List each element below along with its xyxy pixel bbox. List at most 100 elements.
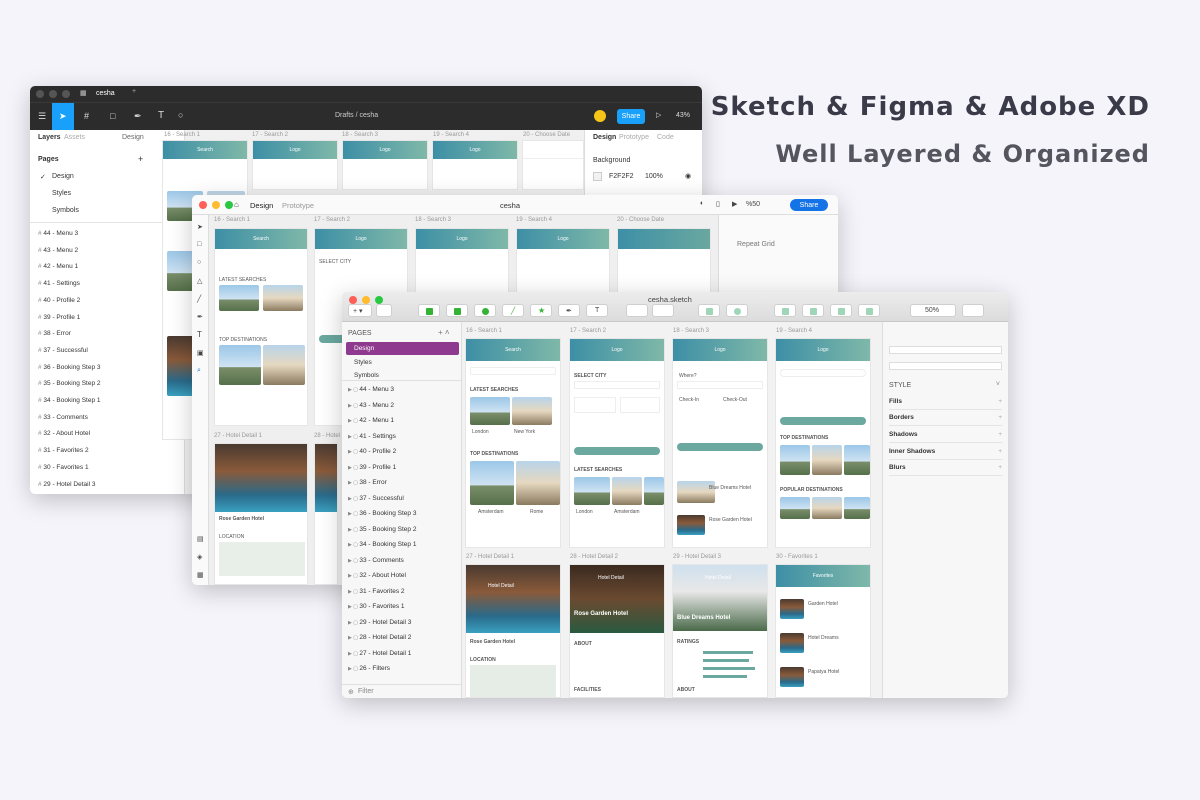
tab-layers[interactable]: Layers — [38, 134, 61, 141]
add-icon[interactable]: + — [998, 464, 1002, 471]
layer-item[interactable]: 36 - Booking Step 3 — [348, 510, 416, 517]
layer-item[interactable]: 26 - Filters — [348, 665, 390, 672]
text-icon[interactable]: T — [158, 110, 164, 121]
pen-icon[interactable]: ✒ — [134, 111, 142, 122]
artboard-favorites-1[interactable]: Favorites Garden Hotel Hotel Dreams Papa… — [775, 564, 871, 698]
pen-icon[interactable]: ✒ — [197, 313, 203, 321]
prop-fills[interactable]: Fills + — [889, 398, 1002, 410]
zoom-dot[interactable] — [225, 201, 233, 209]
color-swatch[interactable] — [593, 172, 602, 181]
zoom-level[interactable]: %50 — [746, 201, 760, 208]
device-icon[interactable]: ▯ — [716, 200, 720, 208]
tab-prototype[interactable]: Prototype — [282, 201, 314, 210]
home-icon[interactable]: ⌂ — [234, 200, 239, 209]
zoom-control[interactable]: 50% — [910, 304, 956, 317]
play-icon[interactable]: ▶ — [732, 200, 737, 208]
close-dot[interactable] — [199, 201, 207, 209]
artboard-search-1[interactable]: Search LATEST SEARCHES London New York T… — [465, 338, 561, 548]
zoom-icon[interactable]: ⌕ — [197, 367, 201, 375]
layer-item[interactable]: 40 - Profile 2 — [38, 297, 80, 304]
play-icon[interactable]: ▷ — [656, 111, 661, 119]
triangle-icon[interactable]: △ — [197, 277, 202, 285]
artboard-search-3[interactable]: Logo Where? Check-In Check-Out Blue Drea… — [672, 338, 768, 548]
layer-item[interactable]: 39 - Profile 1 — [348, 464, 396, 471]
layer-item[interactable]: 42 - Menu 1 — [348, 417, 394, 424]
view-button[interactable] — [376, 304, 392, 317]
artboard-hotel-detail-2[interactable]: Hotel Detail Rose Garden Hotel ABOUT FAC… — [569, 564, 665, 698]
add-page-icon[interactable]: + — [138, 154, 143, 164]
close-dot[interactable] — [349, 296, 357, 304]
layer-item[interactable]: 41 - Settings — [38, 280, 80, 287]
tab-assets[interactable]: Assets — [64, 134, 85, 141]
text-icon[interactable]: T — [197, 330, 202, 339]
layer-item[interactable]: 32 - About Hotel — [38, 430, 90, 437]
layer-item[interactable]: 31 - Favorites 2 — [38, 447, 88, 454]
layer-item[interactable]: 29 - Hotel Detail 3 — [38, 481, 95, 488]
tab-code[interactable]: Code — [657, 134, 674, 141]
layer-item[interactable]: 43 - Menu 2 — [348, 402, 394, 409]
prop-borders[interactable]: Borders + — [889, 414, 1002, 426]
difference-button[interactable] — [858, 304, 880, 317]
line-button[interactable]: ╱ — [502, 304, 524, 317]
artboard[interactable] — [617, 228, 711, 298]
layer-item[interactable]: 30 - Favorites 1 — [348, 603, 404, 610]
bg-opacity[interactable]: 100% — [645, 173, 663, 180]
tab-design[interactable]: Design — [593, 134, 616, 141]
design-page-select[interactable]: Design — [122, 134, 144, 141]
layer-item[interactable]: 29 - Hotel Detail 3 — [348, 619, 411, 626]
zoom-dot[interactable] — [62, 90, 70, 98]
layer-item[interactable]: 43 - Menu 2 — [38, 247, 78, 254]
layer-item[interactable]: 38 - Error — [348, 479, 386, 486]
avatar[interactable] — [594, 110, 606, 122]
bg-hex[interactable]: F2F2F2 — [609, 173, 634, 180]
artboard[interactable]: Search LATEST SEARCHES TOP DESTINATIONS — [214, 228, 308, 426]
minimize-dot[interactable] — [49, 90, 57, 98]
tab-prototype[interactable]: Prototype — [619, 134, 649, 141]
artboard-icon[interactable]: ▣ — [197, 349, 204, 357]
layer-item[interactable]: 39 - Profile 1 — [38, 314, 80, 321]
layer-item[interactable]: 36 - Booking Step 3 — [38, 364, 100, 371]
artboard[interactable]: Logo — [516, 228, 610, 298]
artboard[interactable] — [522, 140, 584, 190]
zoom-dot[interactable] — [375, 296, 383, 304]
line-icon[interactable]: ╱ — [197, 295, 201, 303]
layer-item[interactable]: 44 - Menu 3 — [348, 386, 394, 393]
shape-icon[interactable]: □ — [110, 111, 115, 121]
comment-icon[interactable]: ○ — [178, 110, 183, 120]
layer-item[interactable]: 28 - Hotel Detail 2 — [348, 634, 411, 641]
rectangle-icon[interactable]: □ — [197, 241, 201, 248]
page-styles[interactable]: Styles — [354, 359, 372, 366]
frame-icon[interactable]: # — [84, 111, 89, 121]
artboard-search-4[interactable]: Logo TOP DESTINATIONS POPULAR DESTINATIO… — [775, 338, 871, 548]
page-design[interactable]: Design — [354, 345, 374, 352]
artboard[interactable]: Logo — [252, 140, 338, 190]
layer-item[interactable]: 35 - Booking Step 2 — [38, 380, 100, 387]
layer-item[interactable]: 40 - Profile 2 — [348, 448, 396, 455]
minimize-dot[interactable] — [212, 201, 220, 209]
layer-item[interactable]: 34 - Booking Step 1 — [38, 397, 100, 404]
insert-button[interactable]: + ▾ — [348, 304, 372, 317]
symbol-button[interactable] — [418, 304, 440, 317]
chevron-down-icon[interactable]: ˅ — [996, 381, 1000, 388]
share-button[interactable]: Share — [617, 109, 645, 124]
star-button[interactable]: ★ — [530, 304, 552, 317]
subtract-button[interactable] — [802, 304, 824, 317]
ellipse-icon[interactable]: ○ — [197, 259, 201, 266]
layer-item[interactable]: 35 - Booking Step 2 — [348, 526, 416, 533]
prop-inner-shadows[interactable]: Inner Shadows + — [889, 448, 1002, 460]
add-icon[interactable]: + — [998, 414, 1002, 421]
filter-input[interactable]: Filter — [358, 688, 374, 695]
new-tab-icon[interactable]: + — [132, 88, 136, 95]
add-icon[interactable]: + — [998, 398, 1002, 405]
layer-item[interactable]: 38 - Error — [38, 330, 70, 337]
prop-shadows[interactable]: Shadows + — [889, 431, 1002, 443]
eye-icon[interactable]: ◉ — [685, 172, 691, 180]
artboard[interactable]: Logo — [342, 140, 428, 190]
page-styles[interactable]: Styles — [52, 190, 71, 197]
layer-item[interactable]: 32 - About Hotel — [348, 572, 406, 579]
layer-item[interactable]: 41 - Settings — [348, 433, 396, 440]
share-button[interactable]: Share — [790, 199, 828, 211]
layer-item[interactable]: 37 - Successful — [348, 495, 403, 502]
menu-icon[interactable]: ☰ — [38, 111, 46, 122]
rotate-button[interactable] — [626, 304, 648, 317]
